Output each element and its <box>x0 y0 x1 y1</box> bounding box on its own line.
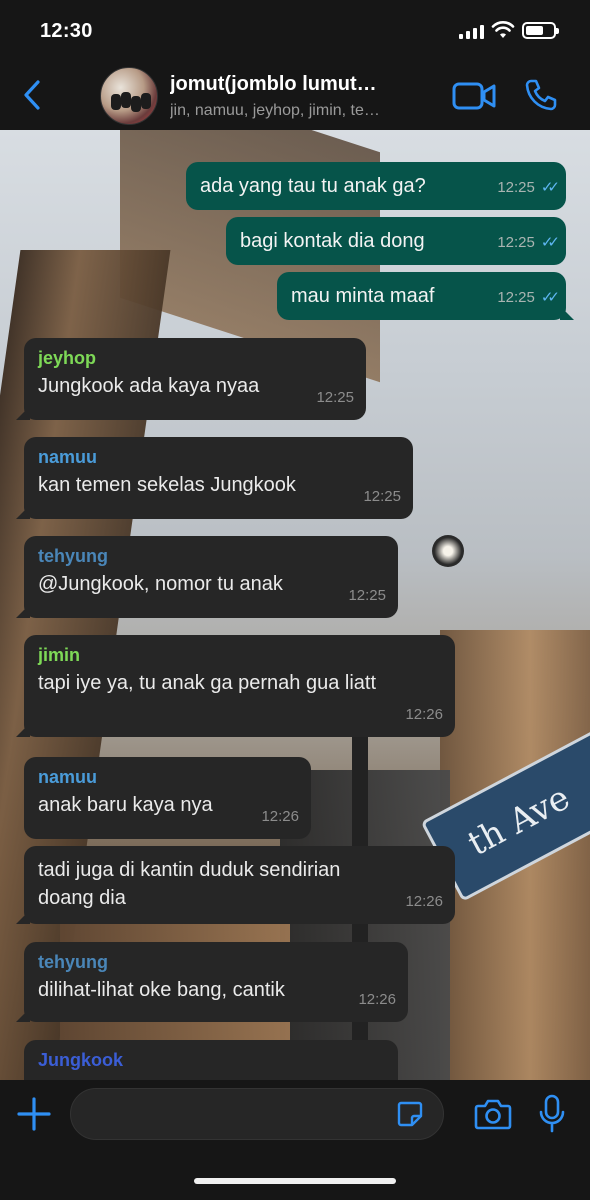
message-time: 12:26 <box>261 808 299 825</box>
message-time: 12:25 <box>497 289 535 306</box>
incoming-message[interactable]: tehyung dilihat-lihat oke bang, cantik 1… <box>24 942 408 1022</box>
message-text: @Jungkook, nomor tu anak <box>38 573 283 595</box>
message-text: Jungkook ada kaya nyaa <box>38 375 260 397</box>
read-ticks-icon: ✓✓ <box>540 234 560 251</box>
sender-name[interactable]: namuu <box>38 765 297 789</box>
wifi-icon <box>491 21 515 38</box>
message-meta: 12:25 ✓✓ <box>497 229 560 257</box>
message-meta: 12:26 <box>405 888 443 916</box>
message-meta: 12:25 ✓✓ <box>497 284 560 312</box>
read-ticks-icon: ✓✓ <box>540 179 560 196</box>
chat-participants[interactable]: jin, namuu, jeyhop, jimin, te… <box>170 102 434 120</box>
message-time: 12:25 <box>348 587 386 604</box>
message-time: 12:25 <box>316 389 354 406</box>
incoming-message[interactable]: jimin tapi iye ya, tu anak ga pernah gua… <box>24 635 455 737</box>
outgoing-message[interactable]: mau minta maaf 12:25 ✓✓ <box>277 272 566 320</box>
outgoing-message[interactable]: ada yang tau tu anak ga? 12:25 ✓✓ <box>186 162 566 210</box>
message-time: 12:25 <box>497 234 535 251</box>
message-meta: 12:25 <box>316 384 354 412</box>
message-text: kan temen sekelas Jungkook <box>38 474 296 496</box>
chat-title[interactable]: jomut(jomblo lumut… <box>170 73 440 96</box>
incoming-message[interactable]: jeyhop Jungkook ada kaya nyaa 12:25 <box>24 338 366 420</box>
signal-icon <box>459 23 484 39</box>
sender-name[interactable]: namuu <box>38 445 399 469</box>
video-camera-icon[interactable] <box>452 82 496 110</box>
message-meta: 12:26 <box>261 803 299 831</box>
message-time: 12:26 <box>405 893 443 910</box>
status-bar: 12:30 <box>0 0 590 60</box>
message-meta: 12:25 <box>363 483 401 511</box>
group-avatar[interactable] <box>100 67 158 125</box>
message-meta: 12:26 <box>405 701 443 729</box>
sender-name[interactable]: Jungkook <box>38 1048 384 1072</box>
message-input[interactable] <box>70 1088 444 1140</box>
message-text: anak baru kaya nya <box>38 794 213 816</box>
message-text: dilihat-lihat oke bang, cantik <box>38 979 285 1001</box>
sender-name[interactable]: tehyung <box>38 544 384 568</box>
incoming-message[interactable]: namuu kan temen sekelas Jungkook 12:25 <box>24 437 413 519</box>
sender-name[interactable]: jeyhop <box>38 346 352 370</box>
status-time: 12:30 <box>40 20 93 42</box>
sender-name[interactable]: tehyung <box>38 950 394 974</box>
outgoing-message[interactable]: bagi kontak dia dong 12:25 ✓✓ <box>226 217 566 265</box>
incoming-message[interactable]: Jungkook <box>24 1040 398 1080</box>
message-time: 12:25 <box>497 179 535 196</box>
message-meta: 12:25 ✓✓ <box>497 174 560 202</box>
phone-icon[interactable] <box>524 78 558 112</box>
sticker-icon[interactable] <box>396 1100 424 1128</box>
plus-icon[interactable] <box>16 1096 52 1132</box>
message-text: mau minta maaf <box>291 285 435 307</box>
message-meta: 12:26 <box>358 986 396 1014</box>
message-list[interactable]: ada yang tau tu anak ga? 12:25 ✓✓ bagi ko… <box>0 130 590 1080</box>
battery-icon <box>522 22 559 39</box>
microphone-icon[interactable] <box>538 1094 566 1134</box>
message-time: 12:26 <box>405 706 443 723</box>
sender-name[interactable]: jimin <box>38 643 441 667</box>
message-meta: 12:25 <box>348 582 386 610</box>
message-input-bar <box>0 1080 590 1200</box>
message-text: tapi iye ya, tu anak ga pernah gua liatt <box>38 672 377 694</box>
message-time: 12:25 <box>363 488 401 505</box>
home-indicator[interactable] <box>194 1178 396 1184</box>
message-text: ada yang tau tu anak ga? <box>200 175 426 197</box>
message-time: 12:26 <box>358 991 396 1008</box>
chevron-left-icon[interactable] <box>18 78 48 112</box>
message-text: tadi juga di kantin duduk sendirian doan… <box>38 859 341 909</box>
incoming-message[interactable]: tehyung @Jungkook, nomor tu anak 12:25 <box>24 536 398 618</box>
message-text: bagi kontak dia dong <box>240 230 425 252</box>
chat-header: jomut(jomblo lumut… jin, namuu, jeyhop, … <box>0 60 590 130</box>
incoming-message[interactable]: tadi juga di kantin duduk sendirian doan… <box>24 846 455 924</box>
incoming-message[interactable]: namuu anak baru kaya nya 12:26 <box>24 757 311 839</box>
camera-icon[interactable] <box>474 1098 512 1130</box>
read-ticks-icon: ✓✓ <box>540 289 560 306</box>
